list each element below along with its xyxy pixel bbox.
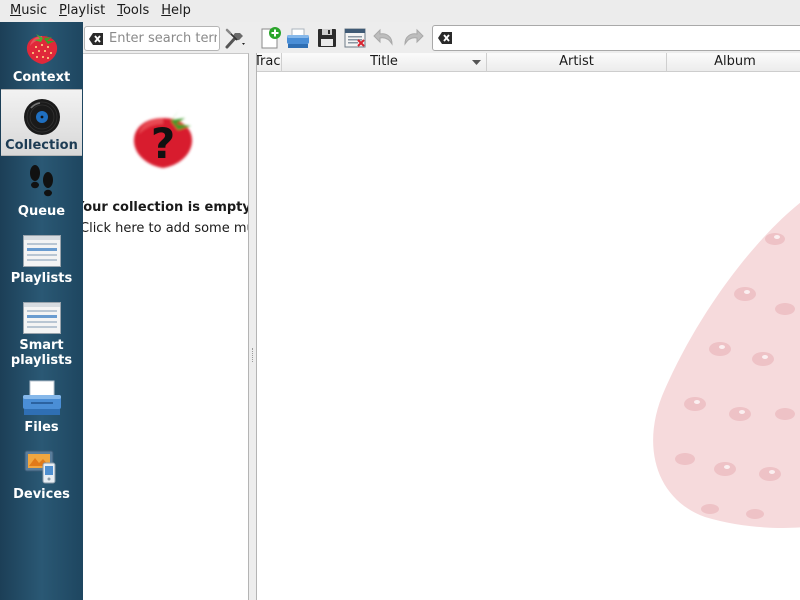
menu-help-label: elp: [171, 3, 191, 18]
splitter-grip: [252, 348, 253, 362]
undo-button[interactable]: [372, 26, 396, 50]
playlist-header: Track Title Artist Album: [257, 53, 800, 72]
sidebar-tab-collection-label: Collection: [5, 138, 78, 153]
menu-help[interactable]: Help: [155, 0, 197, 22]
sidebar-tab-smart-playlists-label-2: playlists: [10, 353, 73, 368]
sidebar-tab-playlists-label: Playlists: [10, 271, 73, 286]
menu-music[interactable]: Music: [4, 0, 53, 22]
sidebar-tab-smart-playlists-label-1: Smart: [19, 338, 64, 353]
collection-empty-panel: ? Your collection is empty! Click here t…: [83, 53, 249, 600]
smart-playlist-window-icon: [22, 302, 61, 334]
playlist-toolbar: [256, 22, 800, 53]
sidebar-tab-collection[interactable]: Collection: [1, 89, 82, 156]
sidebar-tab-smart-playlists[interactable]: Smart playlists: [1, 290, 82, 370]
strawberry-watermark-icon: [653, 202, 800, 528]
wrench-screwdriver-icon: [225, 28, 245, 49]
library-search-input[interactable]: [109, 30, 217, 47]
clear-filter-icon[interactable]: [437, 31, 453, 45]
menu-help-mnemonic: H: [161, 3, 172, 18]
unknown-strawberry-icon: ?: [133, 110, 193, 168]
menu-playlist[interactable]: Playlist: [53, 0, 111, 22]
load-playlist-button[interactable]: [286, 26, 310, 50]
new-playlist-button[interactable]: [258, 26, 282, 50]
playlist-filter-input[interactable]: [459, 30, 789, 47]
sidebar-tab-devices-label: Devices: [13, 487, 70, 502]
vinyl-record-icon: [23, 99, 60, 135]
sidebar-tab-context-label: Context: [12, 70, 71, 85]
menu-tools-label: ools: [122, 3, 150, 18]
sidebar-tab-queue[interactable]: Queue: [1, 156, 82, 223]
menu-music-mnemonic: M: [10, 3, 22, 18]
column-header-track[interactable]: Track: [257, 53, 282, 72]
menu-playlist-label: laylist: [66, 3, 106, 18]
menu-playlist-mnemonic: P: [59, 3, 67, 18]
column-title-label: Title: [370, 54, 398, 69]
devices-icon: [24, 450, 55, 484]
sort-descending-icon: [472, 60, 481, 65]
footprints-icon: [29, 165, 53, 197]
undo-icon: [373, 28, 393, 46]
add-music-link[interactable]: Click here to add some music: [83, 221, 248, 236]
new-playlist-icon: [261, 27, 281, 49]
printer-icon: [22, 380, 61, 415]
menubar: Music Playlist Tools Help: [0, 0, 800, 22]
strawberry-icon: [26, 32, 57, 64]
library-search-box: [84, 26, 220, 51]
playlist-window-icon: [22, 235, 61, 267]
svg-text:?: ?: [151, 119, 175, 168]
clear-playlist-icon: [344, 28, 366, 48]
sidebar-tab-queue-label: Queue: [17, 204, 66, 219]
sidebar-tab-files-label: Files: [24, 420, 59, 435]
menu-tools[interactable]: Tools: [111, 0, 155, 22]
pane-splitter[interactable]: [249, 53, 256, 600]
save-playlist-icon: [318, 29, 336, 47]
menu-music-label: usic: [21, 3, 47, 18]
sidebar-tab-devices[interactable]: Devices: [1, 439, 82, 506]
redo-button[interactable]: [401, 26, 425, 50]
collection-empty-title: Your collection is empty!: [83, 200, 249, 215]
playlist-view[interactable]: Track Title Artist Album: [256, 53, 800, 600]
library-pane: ? Your collection is empty! Click here t…: [83, 22, 249, 600]
sidebar-tab-context[interactable]: Context: [1, 22, 82, 89]
save-playlist-button[interactable]: [315, 26, 339, 50]
column-track-label: Track: [257, 54, 281, 69]
sidebar: Context Collection Queue Playlists Smart…: [0, 22, 83, 600]
sidebar-tab-files[interactable]: Files: [1, 372, 82, 439]
library-config-button[interactable]: [223, 26, 249, 51]
column-artist-label: Artist: [559, 54, 594, 69]
column-header-album[interactable]: Album: [667, 53, 800, 72]
clear-playlist-button[interactable]: [343, 26, 367, 50]
column-header-artist[interactable]: Artist: [487, 53, 667, 72]
sidebar-tab-playlists[interactable]: Playlists: [1, 223, 82, 290]
load-playlist-icon: [287, 28, 309, 48]
column-header-title[interactable]: Title: [282, 53, 487, 72]
redo-icon: [404, 28, 424, 46]
clear-search-icon[interactable]: [88, 32, 104, 46]
playlist-filter-box: [432, 25, 800, 51]
column-album-label: Album: [714, 54, 756, 69]
